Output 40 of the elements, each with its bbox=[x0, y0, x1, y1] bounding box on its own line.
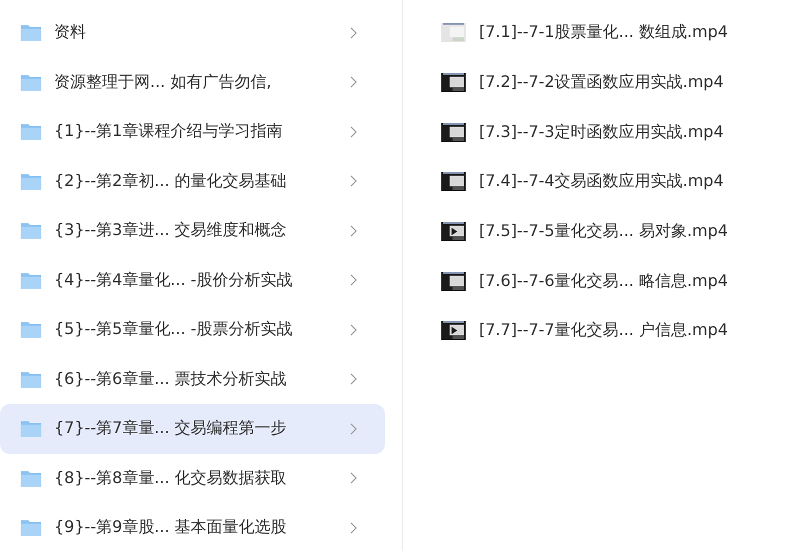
file-item[interactable]: [7.4]--7-4交易函数应用实战.mp4 bbox=[441, 157, 800, 207]
chevron-right-icon bbox=[350, 522, 357, 534]
chevron-right-icon bbox=[350, 26, 357, 39]
chevron-right-icon bbox=[350, 274, 357, 286]
folder-icon bbox=[20, 221, 42, 240]
folder-item[interactable]: {1}--第1章课程介绍与学习指南 bbox=[0, 107, 385, 156]
folder-icon bbox=[20, 370, 42, 389]
folder-icon bbox=[20, 468, 42, 488]
file-item[interactable]: [7.1]--7-1股票量化... 数组成.mp4 bbox=[441, 8, 800, 58]
folder-item[interactable]: {9}--第9章股... 基本面量化选股 bbox=[0, 503, 385, 551]
folder-icon bbox=[20, 122, 42, 142]
file-item[interactable]: [7.5]--7-5量化交易... 易对象.mp4 bbox=[441, 206, 800, 256]
folder-icon bbox=[20, 419, 42, 438]
chevron-right-icon bbox=[350, 76, 357, 88]
file-item[interactable]: [7.6]--7-6量化交易... 略信息.mp4 bbox=[441, 256, 800, 306]
folder-item[interactable]: {5}--第5章量化... -股票分析实战 bbox=[0, 305, 385, 354]
file-item[interactable]: [7.3]--7-3定时函数应用实战.mp4 bbox=[441, 107, 800, 158]
file-item[interactable]: [7.7]--7-7量化交易... 户信息.mp4 bbox=[441, 306, 800, 356]
folder-item[interactable]: {2}--第2章初... 的量化交易基础 bbox=[0, 156, 385, 206]
folder-icon bbox=[20, 72, 42, 92]
chevron-right-icon bbox=[350, 224, 357, 237]
chevron-right-icon bbox=[350, 422, 357, 435]
folder-item[interactable]: 资源整理于网... 如有广告勿信, bbox=[0, 58, 385, 107]
chevron-right-icon bbox=[350, 324, 357, 336]
folder-item[interactable]: {6}--第6章量... 票技术分析实战 bbox=[0, 354, 385, 404]
chevron-right-icon bbox=[350, 175, 357, 188]
folder-icon bbox=[20, 518, 42, 538]
folder-icon bbox=[20, 172, 42, 191]
chevron-right-icon bbox=[350, 126, 357, 138]
folder-item[interactable]: {7}--第7章量... 交易编程第一步 bbox=[0, 404, 385, 454]
folder-item[interactable]: {8}--第8章量... 化交易数据获取 bbox=[0, 454, 385, 503]
folder-item[interactable]: 资料 bbox=[0, 8, 385, 58]
chevron-right-icon bbox=[350, 472, 357, 484]
folder-item[interactable]: {3}--第3章进... 交易维度和概念 bbox=[0, 206, 385, 256]
folder-item[interactable]: {4}--第4章量化... -股价分析实战 bbox=[0, 256, 385, 305]
folder-icon bbox=[20, 23, 42, 42]
file-item[interactable]: [7.2]--7-2设置函数应用实战.mp4 bbox=[441, 58, 800, 108]
folder-icon bbox=[20, 270, 42, 290]
folder-icon bbox=[20, 320, 42, 340]
chevron-right-icon bbox=[350, 373, 357, 386]
